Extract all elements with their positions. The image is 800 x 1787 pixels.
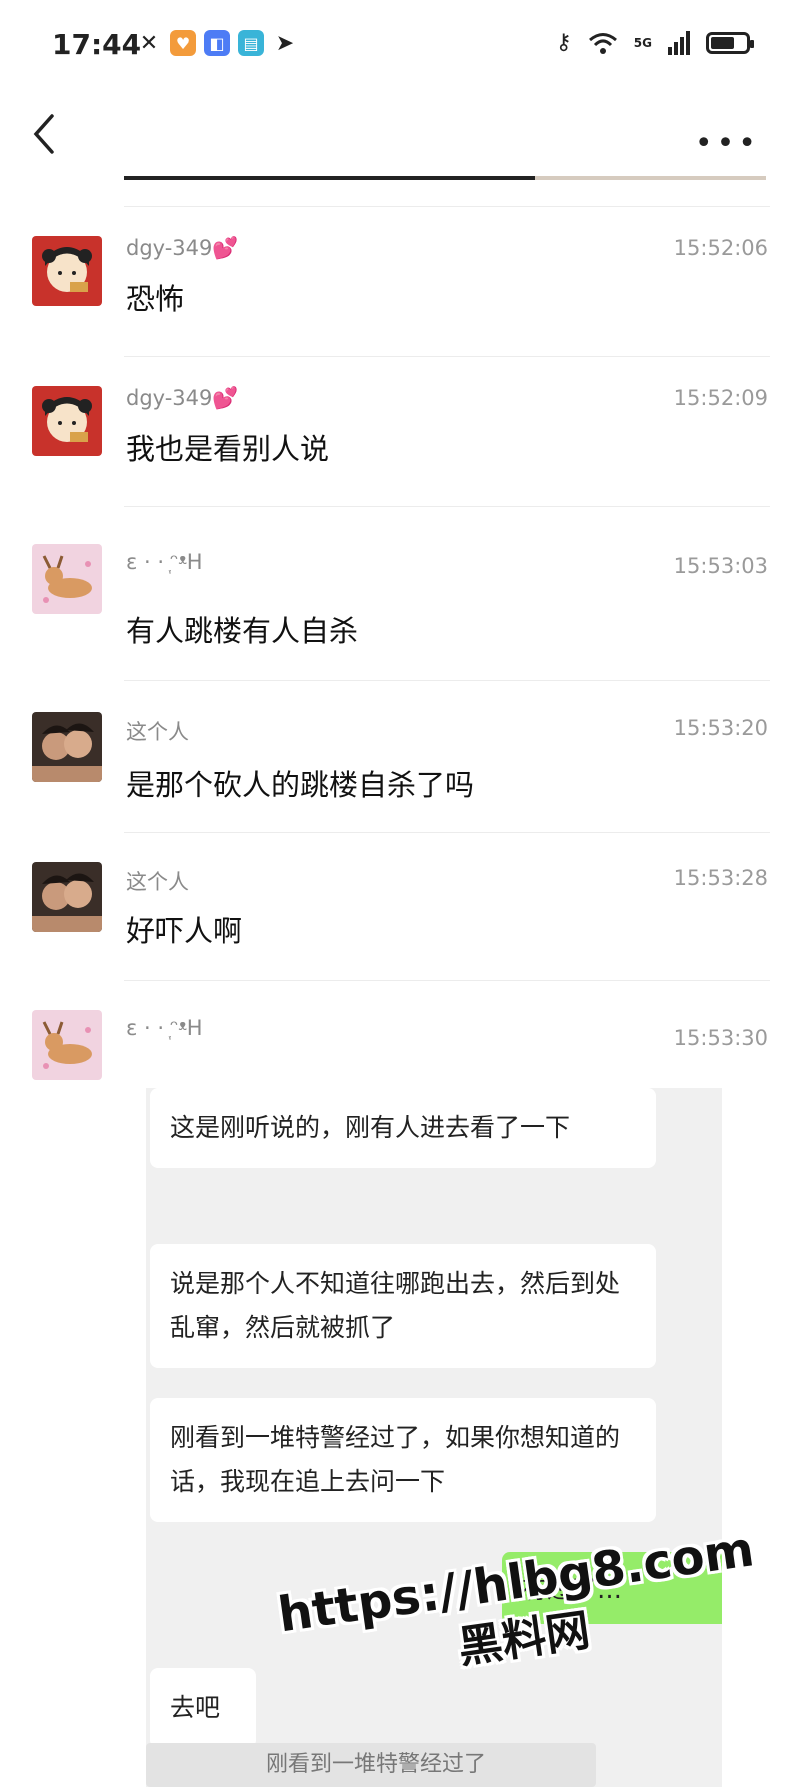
sender-name: ɛ · · ᷂ᵔᵜH — [126, 1016, 203, 1040]
message-time: 15:53:28 — [673, 866, 768, 890]
message-text: 有人跳楼有人自杀 — [126, 614, 359, 648]
book-app-icon: ▤ — [238, 30, 264, 56]
status-time: 17:44 — [52, 28, 142, 61]
chat-bubble: 刚看到一堆特警经过了，如果你想知道的话，我现在追上去问一下 — [150, 1398, 656, 1522]
video-progress-fill — [124, 176, 535, 180]
message-time: 15:53:20 — [673, 716, 768, 740]
divider — [124, 206, 770, 207]
chat-bubble: 说是那个人不知道往哪跑出去，然后到处乱窜，然后就被抓了 — [150, 1244, 656, 1368]
couple-photo-avatar-icon — [32, 862, 102, 932]
avatar[interactable] — [32, 386, 102, 456]
couple-photo-avatar-icon — [32, 712, 102, 782]
shield-app-icon: ♥ — [170, 30, 196, 56]
network-label: 5G — [633, 35, 652, 50]
divider — [124, 980, 770, 981]
message-text: 是那个砍人的跳楼自杀了吗 — [126, 768, 475, 802]
telegram-icon: ➤ — [275, 30, 295, 56]
deer-avatar-icon — [32, 1010, 102, 1080]
notification-icons: ✕ ♥ ◧ ▤ ➤ — [136, 30, 298, 56]
message-time: 15:52:06 — [673, 236, 768, 260]
missed-call-icon: ✕ — [139, 30, 159, 56]
avatar[interactable] — [32, 712, 102, 782]
avatar[interactable] — [32, 544, 102, 614]
divider — [124, 832, 770, 833]
battery-fill — [711, 36, 734, 49]
back-arrow-icon[interactable] — [26, 110, 66, 158]
avatar[interactable] — [32, 862, 102, 932]
divider — [124, 356, 770, 357]
signal-icon — [668, 30, 690, 55]
message-text: 恐怖 — [126, 282, 185, 316]
status-bar: 17:44 ✕ ♥ ◧ ▤ ➤ ⚷ 5G — [0, 0, 800, 90]
message-time: 15:53:30 — [673, 1026, 768, 1050]
chat-bubble: 这是刚听说的，刚有人进去看了一下 — [150, 1088, 656, 1168]
message-text: 我也是看别人说 — [126, 432, 330, 466]
battery-icon — [706, 31, 754, 54]
cartoon-girl-avatar-icon — [32, 386, 102, 456]
sender-name: 这个人 — [126, 870, 189, 894]
sender-name: ɛ · · ᷂ᵔᵜH — [126, 550, 203, 574]
key-icon: ⚷ — [555, 30, 572, 55]
blue-app-icon: ◧ — [204, 30, 230, 56]
sender-name: dgy-349💕 — [126, 236, 239, 260]
chat-bubble: 去吧 — [150, 1668, 256, 1748]
forwarded-chat-screenshot[interactable]: 这是刚听说的，刚有人进去看了一下 说是那个人不知道往哪跑出去，然后到处乱窜，然后… — [146, 1088, 722, 1787]
divider — [124, 680, 770, 681]
wifi-icon — [588, 32, 617, 54]
quoted-message: 刚看到一堆特警经过了 — [146, 1743, 596, 1787]
video-progress-bar[interactable] — [124, 176, 766, 180]
message-time: 15:53:03 — [673, 554, 768, 578]
avatar[interactable] — [32, 1010, 102, 1080]
sender-name: 这个人 — [126, 720, 189, 744]
message-time: 15:52:09 — [673, 386, 768, 410]
nav-bar: ••• — [0, 90, 800, 180]
message-text: 好吓人啊 — [126, 914, 243, 948]
more-options-icon[interactable]: ••• — [695, 126, 760, 161]
cartoon-girl-avatar-icon — [32, 236, 102, 306]
deer-avatar-icon — [32, 544, 102, 614]
divider — [124, 506, 770, 507]
system-icons: ⚷ 5G — [555, 30, 754, 55]
sender-name: dgy-349💕 — [126, 386, 239, 410]
avatar[interactable] — [32, 236, 102, 306]
